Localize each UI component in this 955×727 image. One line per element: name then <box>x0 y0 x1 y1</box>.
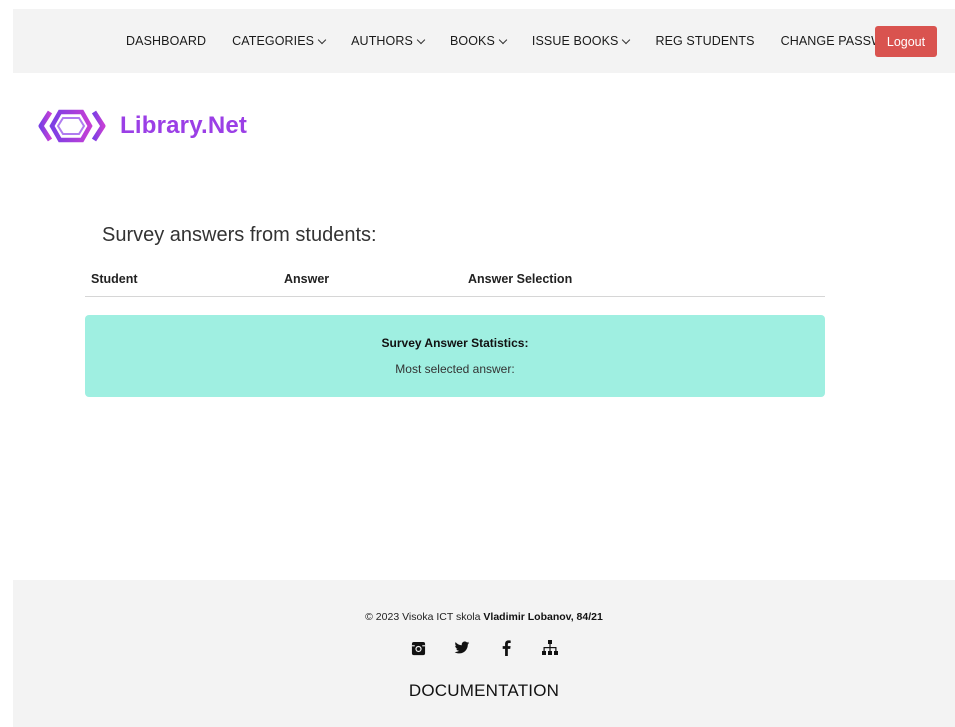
facebook-icon[interactable] <box>497 639 515 657</box>
instagram-icon[interactable] <box>409 639 427 657</box>
stats-title: Survey Answer Statistics: <box>381 336 529 350</box>
survey-table-header: Student Answer Answer Selection <box>85 270 825 297</box>
survey-title: Survey answers from students: <box>102 224 377 246</box>
logo[interactable]: Library.Net <box>38 106 247 146</box>
twitter-icon[interactable] <box>453 639 471 657</box>
chevron-down-icon <box>317 35 327 44</box>
copyright-prefix: © 2023 Visoka ICT skola <box>365 611 481 623</box>
logo-text: Library.Net <box>120 112 248 139</box>
chevron-down-icon <box>498 35 508 44</box>
nav-authors[interactable]: AUTHORS <box>351 34 426 48</box>
nav-books[interactable]: BOOKS <box>449 34 508 48</box>
footer: © 2023 Visoka ICT skola Vladimir Lobanov… <box>13 580 955 727</box>
chevron-down-icon <box>416 35 426 44</box>
copyright: © 2023 Visoka ICT skola Vladimir Lobanov… <box>13 611 955 623</box>
sitemap-icon[interactable] <box>541 639 559 657</box>
nav-issue-books[interactable]: ISSUE BOOKS <box>531 34 631 48</box>
nav-authors-label: AUTHORS <box>351 34 413 48</box>
nav-issue-books-label: ISSUE BOOKS <box>531 34 619 48</box>
nav-reg-students[interactable]: REG STUDENTS <box>655 34 754 48</box>
nav-categories-label: CATEGORIES <box>232 34 315 48</box>
chevron-down-icon <box>622 35 631 44</box>
nav-dashboard[interactable]: DASHBOARD <box>126 34 206 48</box>
documentation-link[interactable]: DOCUMENTATION <box>13 681 955 701</box>
nav-books-label: BOOKS <box>449 34 495 48</box>
top-navbar: DASHBOARD CATEGORIES AUTHORS BOOKS ISSUE… <box>13 9 955 73</box>
column-answer-selection: Answer Selection <box>468 272 573 286</box>
main-nav: DASHBOARD CATEGORIES AUTHORS BOOKS ISSUE… <box>126 9 937 73</box>
social-links <box>13 639 955 657</box>
nav-reg-students-label: REG STUDENTS <box>655 34 755 48</box>
logo-icon <box>38 106 106 146</box>
copyright-author: Vladimir Lobanov, 84/21 <box>483 611 603 623</box>
column-student: Student <box>91 272 138 286</box>
nav-dashboard-label: DASHBOARD <box>126 34 207 48</box>
column-answer: Answer <box>284 272 330 286</box>
survey-stats-panel: Survey Answer Statistics: Most selected … <box>85 315 825 397</box>
nav-categories[interactable]: CATEGORIES <box>232 34 327 48</box>
most-selected-answer: Most selected answer: <box>395 362 515 376</box>
logout-button[interactable]: Logout <box>875 26 937 57</box>
